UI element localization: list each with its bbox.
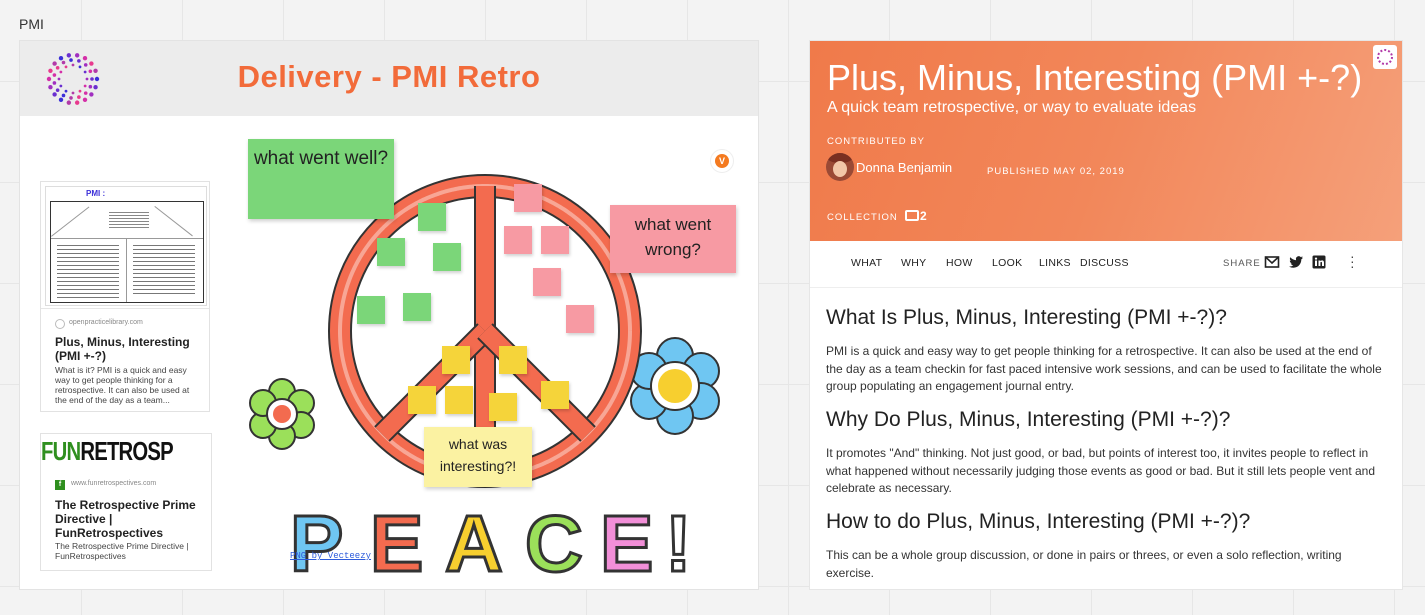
sticky-note-pink[interactable] (541, 226, 569, 254)
sticky-note-yellow[interactable] (408, 386, 436, 414)
section-body-why: It promotes "And" thinking. Not just goo… (826, 446, 1376, 495)
sticky-note-yellow[interactable] (489, 393, 517, 421)
linkedin-icon[interactable] (1311, 254, 1327, 270)
funretrospectives-logo: FUNRETROSPECTIVES (41, 436, 174, 466)
sticky-note-pink[interactable] (504, 226, 532, 254)
peace-letter-p: P (290, 499, 343, 576)
retro-board-frame[interactable]: Delivery - PMI Retro PMI : openpracticel… (19, 40, 759, 590)
peace-letter-e: E (370, 499, 423, 576)
card-thumbnail: PMI : (45, 186, 207, 306)
frame-label[interactable]: PMI (19, 16, 44, 32)
link-card-funretrospectives[interactable]: FUNRETROSPECTIVES f www.funretrospective… (40, 433, 212, 571)
sticky-note-green[interactable] (357, 296, 385, 324)
card-site: www.funretrospectives.com (71, 480, 157, 487)
hero-banner: Plus, Minus, Interesting (PMI +-?) A qui… (810, 41, 1402, 241)
nav-what[interactable]: WHAT (851, 257, 882, 269)
sticky-note-yellow[interactable] (442, 346, 470, 374)
sticky-note-green[interactable] (377, 238, 405, 266)
card-title[interactable]: The Retrospective Prime Directive | FunR… (55, 498, 205, 540)
camera-icon[interactable] (905, 210, 919, 221)
board-title: Delivery - PMI Retro (237, 59, 541, 94)
sticky-note-pink[interactable] (566, 305, 594, 333)
card-description: What is it? PMI is a quick and easy way … (55, 365, 190, 405)
peace-letter-c: C (525, 499, 583, 576)
sticky-note-green[interactable] (418, 203, 446, 231)
sticky-note-yellow[interactable] (541, 381, 569, 409)
twitter-icon[interactable] (1288, 254, 1304, 270)
sticky-note-pink[interactable] (533, 268, 561, 296)
author-avatar[interactable] (826, 153, 854, 181)
sticky-note-yellow[interactable] (499, 346, 527, 374)
board-header: Delivery - PMI Retro (20, 41, 758, 116)
nav-links[interactable]: LINKS (1039, 257, 1071, 269)
section-body-what: PMI is a quick and easy way to get peopl… (826, 344, 1382, 393)
label-note-interesting[interactable]: what was interesting?! (424, 427, 532, 487)
nav-how[interactable]: HOW (946, 257, 973, 269)
more-options-icon[interactable]: · · · (1350, 249, 1355, 273)
vecteezy-badge-icon: V (710, 149, 734, 173)
flower-right (630, 337, 720, 435)
card-site: openpracticelibrary.com (69, 319, 143, 326)
contributed-by-label: CONTRIBUTED BY (827, 136, 925, 147)
sticky-note-green[interactable] (403, 293, 431, 321)
nav-discuss[interactable]: DISCUSS (1080, 257, 1129, 269)
flower-left (249, 378, 315, 450)
peace-text: P E A C E ! (289, 498, 694, 577)
section-heading-how: How to do Plus, Minus, Interesting (PMI … (826, 510, 1251, 533)
site-favicon-icon (55, 319, 65, 329)
label-note-went-wrong[interactable]: what went wrong? (610, 205, 736, 273)
sticky-note-green[interactable] (433, 243, 461, 271)
email-icon[interactable] (1264, 254, 1280, 270)
thumbnail-diagram (50, 201, 204, 303)
funretro-favicon-icon: f (55, 480, 65, 490)
practice-subtitle: A quick team retrospective, or way to ev… (827, 99, 1197, 116)
practice-embed-panel[interactable]: Plus, Minus, Interesting (PMI +-?) A qui… (809, 40, 1403, 590)
section-heading-why: Why Do Plus, Minus, Interesting (PMI +-?… (826, 408, 1231, 431)
sticky-note-yellow[interactable] (445, 386, 473, 414)
card-description: The Retrospective Prime Directive | FunR… (55, 541, 189, 561)
section-nav: WHAT WHY HOW LOOK LINKS DISCUSS SHARE · ·… (810, 241, 1402, 288)
nav-why[interactable]: WHY (901, 257, 926, 269)
card-title[interactable]: Plus, Minus, Interesting (PMI +-?) (55, 335, 200, 363)
collection-label: COLLECTION (827, 212, 898, 223)
label-note-went-well[interactable]: what went well? (248, 139, 394, 219)
collection-count[interactable]: 2 (920, 209, 927, 223)
published-date: PUBLISHED MAY 02, 2019 (987, 166, 1125, 177)
link-card-pmi[interactable]: PMI : openpracticelibrary.com Plus, Minu… (40, 181, 210, 412)
peace-letter-bang: ! (665, 499, 692, 576)
section-heading-what: What Is Plus, Minus, Interesting (PMI +-… (826, 306, 1227, 329)
thumbnail-title: PMI : (86, 189, 106, 198)
share-label: SHARE (1223, 258, 1261, 269)
open-practice-library-corner-logo[interactable] (1373, 45, 1397, 69)
peace-letter-e2: E (600, 499, 653, 576)
author-name[interactable]: Donna Benjamin (856, 160, 952, 175)
section-body-how: This can be a whole group discussion, or… (826, 548, 1342, 580)
sticky-note-pink[interactable] (514, 184, 542, 212)
peace-letter-a: A (445, 499, 503, 576)
nav-look[interactable]: LOOK (992, 257, 1022, 269)
png-credit-link[interactable]: PNG by Vecteezy (290, 551, 371, 561)
practice-title: Plus, Minus, Interesting (PMI +-?) (827, 57, 1363, 98)
